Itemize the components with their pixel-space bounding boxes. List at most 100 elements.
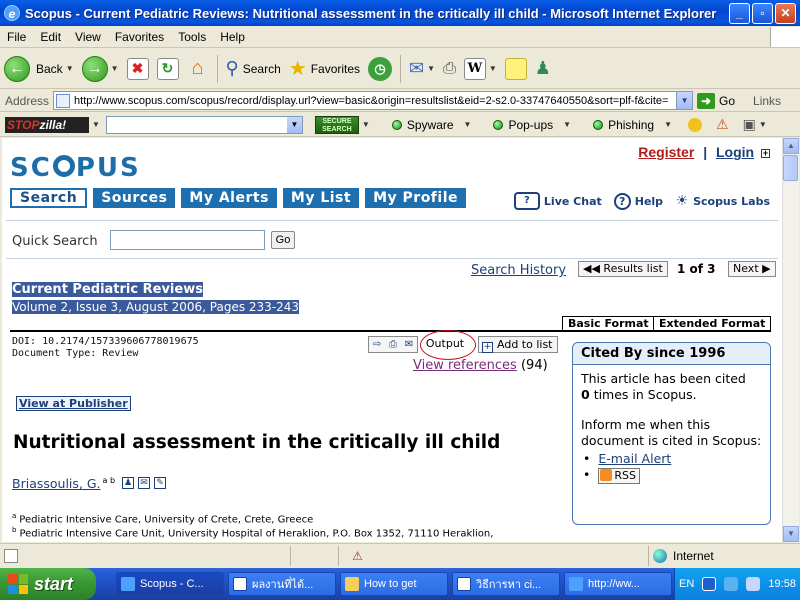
address-url[interactable]: http://www.scopus.com/scopus/record/disp… [74, 95, 676, 107]
scroll-thumb[interactable] [783, 155, 798, 181]
minimize-button[interactable]: _ [729, 2, 750, 24]
nav-search[interactable]: Search [10, 188, 88, 208]
spyware-button[interactable]: Spyware ▼ [391, 118, 472, 132]
go-button[interactable]: ➜ Go [697, 92, 735, 109]
chevron-down-icon[interactable]: ▼ [759, 120, 767, 129]
nav-my-alerts[interactable]: My Alerts [181, 188, 277, 208]
rss-button[interactable]: RSS [598, 468, 640, 484]
network-icon[interactable] [724, 577, 739, 591]
search-history-link[interactable]: Search History [471, 263, 566, 278]
chevron-down-icon[interactable]: ▼ [92, 120, 100, 129]
author-email-icon[interactable]: ✉ [138, 477, 151, 489]
menu-view[interactable]: View [68, 30, 108, 44]
divider [10, 330, 771, 332]
lightbulb-icon[interactable]: ☀ [675, 192, 689, 210]
home-button[interactable]: ⌂ [183, 52, 213, 86]
window-titlebar[interactable]: e Scopus - Current Pediatric Reviews: Nu… [0, 0, 800, 26]
help-link[interactable]: Help [635, 195, 663, 208]
volume-icon[interactable] [746, 577, 761, 591]
tray-arrow-icon[interactable] [702, 577, 717, 591]
login-link[interactable]: Login [716, 144, 754, 160]
edit-button[interactable]: W ▼ [460, 52, 501, 86]
author-link[interactable]: Briassoulis, G. [12, 476, 101, 491]
scopus-logo[interactable]: SC PUS [10, 153, 141, 183]
print-button[interactable]: ⎙ [439, 52, 460, 86]
quick-search-go-button[interactable]: Go [271, 231, 295, 249]
package-icon[interactable]: ▣ [743, 116, 756, 133]
chevron-down-icon[interactable]: ▼ [664, 120, 672, 129]
menu-edit[interactable]: Edit [33, 30, 68, 44]
menu-favorites[interactable]: Favorites [108, 30, 171, 44]
stop-button[interactable]: ✖ [123, 52, 153, 86]
author-feedback-icon[interactable]: ✎ [154, 477, 167, 489]
export-icon[interactable]: ⇨ [373, 339, 381, 350]
forward-button[interactable]: → ▼ [78, 52, 123, 86]
stopzilla-search-input[interactable]: ▼ [105, 115, 303, 134]
task-word-1[interactable]: ผลงานที่ได้... [228, 572, 336, 596]
task-word-2[interactable]: วิธีการหา ci... [452, 572, 560, 596]
popup-blocked-icon[interactable]: ⚠ [338, 545, 376, 566]
add-to-list-button[interactable]: + Add to list [478, 336, 558, 353]
chevron-down-icon[interactable]: ▼ [464, 120, 472, 129]
menu-tools[interactable]: Tools [171, 30, 213, 44]
mail-button[interactable]: ✉ ▼ [405, 52, 439, 86]
tab-basic-format[interactable]: Basic Format [562, 316, 655, 331]
source-title-link[interactable]: Current Pediatric Reviews [12, 282, 203, 297]
nav-sources[interactable]: Sources [93, 188, 176, 208]
secure-search-button[interactable]: SECURE SEARCH [314, 115, 359, 134]
chevron-down-icon[interactable]: ▼ [66, 64, 74, 73]
chevron-down-icon[interactable]: ▼ [362, 120, 370, 129]
scopus-labs-link[interactable]: Scopus Labs [693, 195, 770, 208]
print-icon[interactable]: ⎙ [389, 339, 397, 350]
language-indicator[interactable]: EN [679, 578, 694, 590]
chevron-down-icon[interactable]: ▼ [489, 64, 497, 73]
search-button[interactable]: ⚲ Search [222, 52, 285, 86]
view-at-publisher-button[interactable]: View at Publisher [16, 396, 131, 411]
task-scopus[interactable]: Scopus - C... [116, 572, 224, 596]
warning-icon[interactable]: ⚠ [716, 116, 729, 133]
back-button[interactable]: ← Back ▼ [0, 52, 78, 86]
history-button[interactable]: ◷ [364, 52, 396, 86]
live-chat-link[interactable]: Live Chat [544, 195, 602, 208]
chevron-down-icon[interactable]: ▼ [563, 120, 571, 129]
popups-button[interactable]: Pop-ups ▼ [493, 118, 571, 132]
live-chat-icon[interactable]: ? [513, 192, 540, 210]
scroll-down-icon[interactable]: ▼ [783, 526, 799, 542]
chevron-down-icon[interactable]: ▼ [676, 92, 693, 109]
discuss-button[interactable] [501, 52, 531, 86]
scroll-up-icon[interactable]: ▲ [783, 138, 799, 154]
address-input[interactable]: http://www.scopus.com/scopus/record/disp… [53, 91, 694, 110]
clock[interactable]: 19:58 [768, 578, 796, 590]
start-button[interactable]: start [0, 568, 96, 600]
results-list-button[interactable]: ◀◀ Results list [578, 261, 668, 277]
next-button[interactable]: Next ▶ [728, 261, 776, 277]
maximize-button[interactable]: ▫ [752, 2, 773, 24]
email-icon[interactable]: ✉ [405, 339, 413, 350]
help-icon[interactable]: ? [613, 192, 631, 210]
register-link[interactable]: Register [638, 144, 694, 160]
task-folder[interactable]: How to get [340, 572, 448, 596]
email-alert-link[interactable]: E-mail Alert [598, 451, 671, 466]
refresh-button[interactable]: ↻ [153, 52, 183, 86]
close-button[interactable]: ✕ [775, 2, 796, 24]
quick-search-input[interactable] [110, 230, 265, 250]
nav-my-profile[interactable]: My Profile [365, 188, 466, 208]
stopzilla-logo[interactable]: STOP zilla! [5, 116, 89, 133]
favorites-button[interactable]: ★ Favorites [285, 52, 364, 86]
messenger-button[interactable]: ♟ [531, 52, 555, 86]
chevron-down-icon[interactable]: ▼ [427, 64, 435, 73]
author-profile-icon[interactable]: ♟ [122, 477, 135, 489]
phishing-button[interactable]: Phishing ▼ [593, 118, 672, 132]
chevron-down-icon[interactable]: ▼ [111, 64, 119, 73]
task-browser-2[interactable]: http://ww... [564, 572, 672, 596]
nav-my-list[interactable]: My List [282, 188, 360, 208]
view-references-link[interactable]: View references [413, 358, 517, 373]
smiley-icon[interactable] [688, 117, 703, 132]
vertical-scrollbar[interactable]: ▲ ▼ [782, 138, 799, 542]
expand-plus-icon[interactable]: + [761, 149, 770, 158]
links-button[interactable]: Links [753, 94, 781, 108]
menu-help[interactable]: Help [213, 30, 252, 44]
menu-file[interactable]: File [0, 30, 33, 44]
tab-extended-format[interactable]: Extended Format [653, 316, 772, 331]
chevron-down-icon[interactable]: ▼ [286, 116, 302, 133]
